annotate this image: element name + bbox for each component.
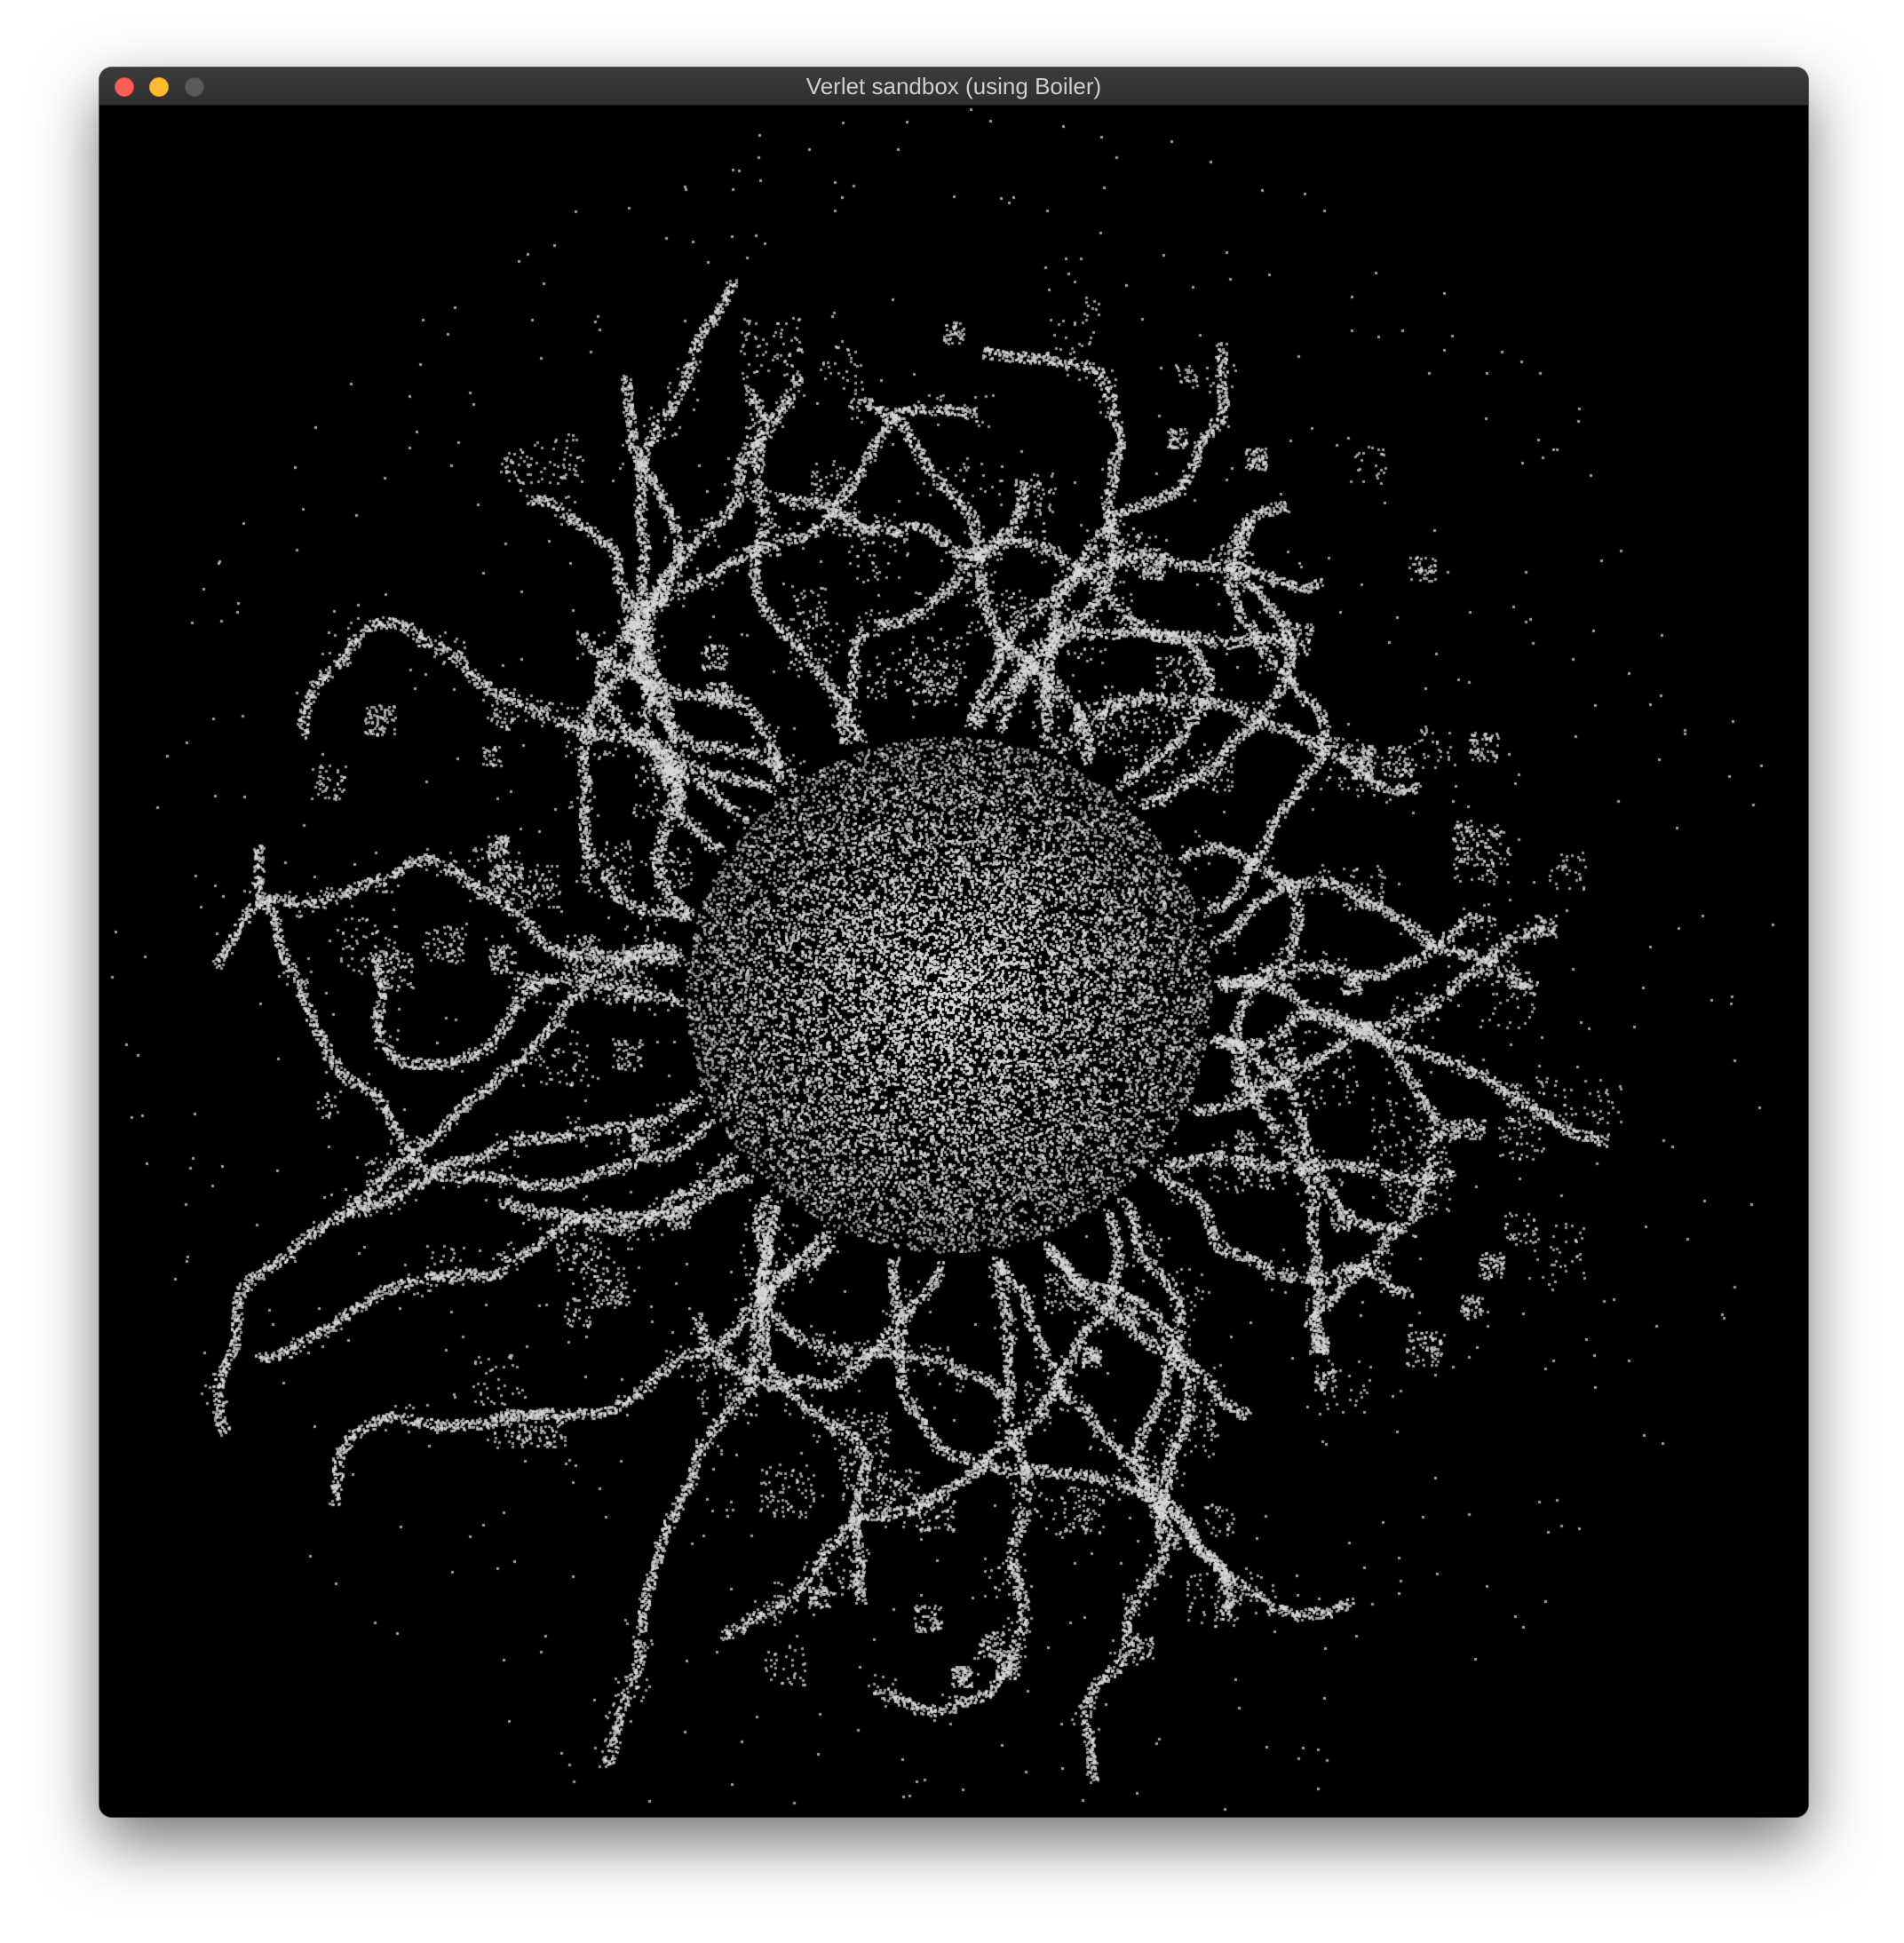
title-bar[interactable]: Verlet sandbox (using Boiler) [99, 67, 1808, 106]
app-window: Verlet sandbox (using Boiler) [99, 67, 1808, 1817]
particle-canvas[interactable] [99, 106, 1808, 1817]
window-title: Verlet sandbox (using Boiler) [805, 73, 1102, 99]
simulation-viewport[interactable] [99, 106, 1808, 1817]
